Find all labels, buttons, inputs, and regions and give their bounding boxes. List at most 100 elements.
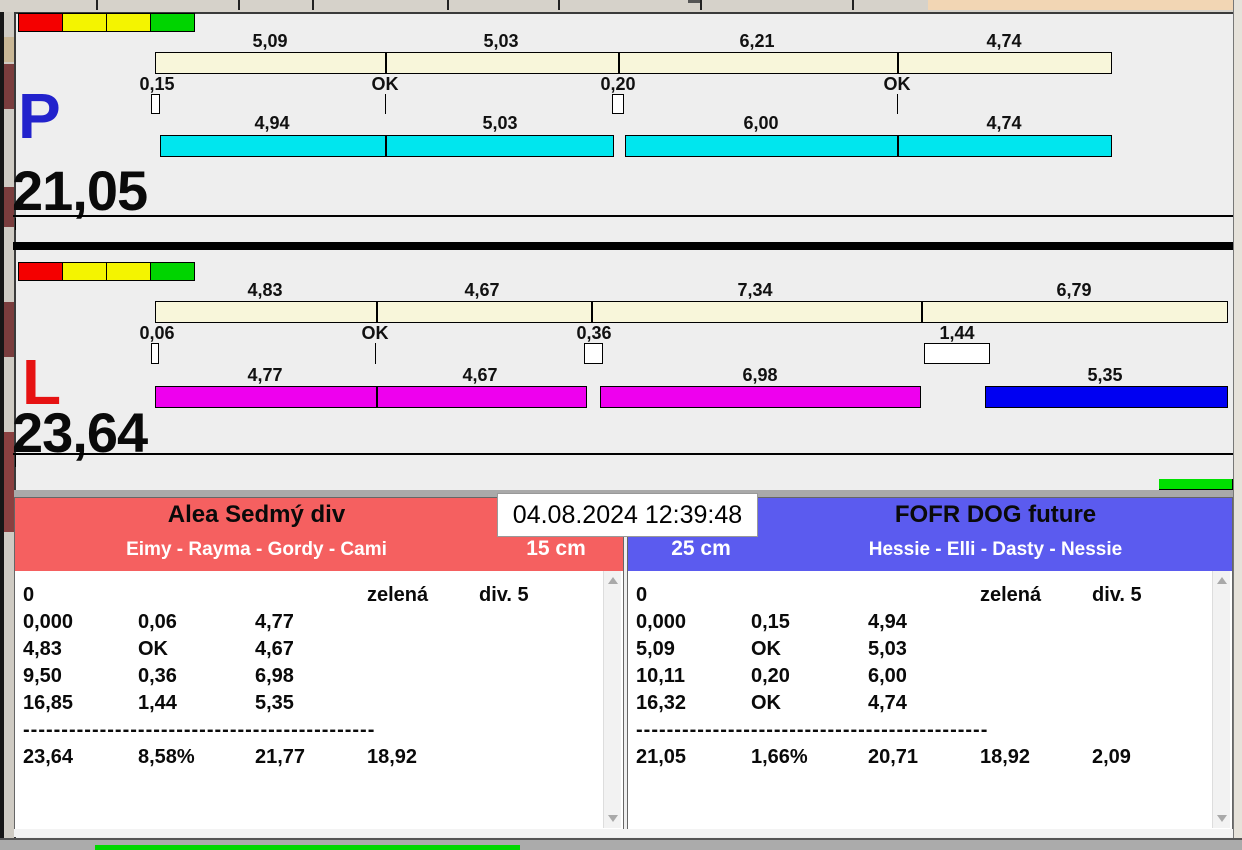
bar-divider — [921, 302, 923, 322]
app-window: 5,09 5,03 6,21 4,74 0,15 OK 0,20 OK 4,94… — [0, 0, 1242, 850]
datetime-display: 04.08.2024 12:39:48 — [497, 493, 758, 537]
segment-time-label: 4,74 — [986, 31, 1022, 51]
scroll-down-icon[interactable] — [1217, 815, 1227, 822]
status-light-yellow-2 — [106, 13, 151, 32]
jump-height: 15 cm — [526, 537, 586, 560]
result-cell: 4,83 — [23, 638, 62, 660]
window-tick — [447, 0, 449, 10]
background-sliver — [4, 64, 14, 109]
result-row: 10,11 0,20 6,00 — [630, 665, 1230, 692]
segment-time-label: 5,35 — [1087, 365, 1123, 385]
exchange-marker-line — [385, 94, 386, 114]
scrollbar[interactable] — [603, 571, 621, 828]
result-cell: zelená — [367, 584, 429, 606]
lane-letter-p: P — [18, 80, 61, 152]
bar-divider — [376, 302, 378, 322]
result-cell: 0,000 — [23, 611, 74, 633]
section-underline — [13, 215, 1233, 217]
exchange-marker-box — [151, 94, 160, 114]
team-name: FOFR DOG future — [894, 501, 1097, 528]
bottom-progress-bar — [95, 845, 520, 850]
bar-divider — [591, 302, 593, 322]
results-textarea-right[interactable]: 0 zelená div. 5 0,000 0,15 4,94 5,09 OK … — [630, 571, 1230, 828]
window-frame-right — [1233, 0, 1242, 850]
segment-time-label: 6,00 — [743, 113, 779, 133]
result-cell: 0,06 — [138, 611, 177, 633]
team-name: Alea Sedmý div — [167, 501, 346, 528]
lane-divider-bar — [13, 242, 1233, 250]
bar-divider — [897, 136, 899, 156]
segment-time-label: 4,83 — [247, 280, 283, 300]
result-cell: 4,67 — [255, 638, 294, 660]
window-tick — [312, 0, 314, 10]
result-cell: 0 — [23, 584, 35, 606]
exchange-marker-box — [612, 94, 624, 114]
segment-time-label: 5,03 — [482, 113, 518, 133]
scroll-down-icon[interactable] — [608, 815, 618, 822]
segment-time-label: 4,74 — [986, 113, 1022, 133]
result-cell: 1,44 — [138, 692, 177, 714]
result-cell: 21,77 — [255, 746, 306, 768]
result-cell: 5,35 — [255, 692, 294, 714]
exchange-marker-label: 0,06 — [139, 323, 175, 343]
scrollbar[interactable] — [1212, 571, 1230, 828]
bar-divider — [385, 53, 387, 73]
exchange-marker-box — [584, 343, 603, 364]
window-dash — [688, 0, 700, 3]
results-textarea-left[interactable]: 0 zelená div. 5 0,000 0,06 4,77 4,83 OK … — [17, 571, 621, 828]
segment-time-label: 4,94 — [254, 113, 290, 133]
exchange-marker-label: 0,36 — [576, 323, 612, 343]
team-dogs: Hessie - Elli - Dasty - Nessie — [868, 539, 1123, 560]
bar-divider — [897, 53, 899, 73]
status-light-red — [18, 13, 63, 32]
segment-time-label: 5,09 — [252, 31, 288, 51]
background-window-peach-area — [928, 0, 1242, 10]
status-light-yellow-2 — [106, 262, 151, 281]
result-cell: 4,74 — [868, 692, 907, 714]
jump-height: 25 cm — [671, 537, 731, 560]
scroll-up-icon[interactable] — [608, 577, 618, 584]
result-cell: 4,94 — [868, 611, 907, 633]
exchange-marker-label: OK — [361, 323, 389, 343]
exchange-marker-box — [151, 343, 159, 364]
background-window-edge — [0, 12, 4, 850]
status-light-yellow-1 — [62, 13, 107, 32]
dog-time-bar-p — [625, 135, 1112, 157]
result-cell: div. 5 — [479, 584, 529, 606]
bar-divider — [618, 53, 620, 73]
status-lights-p — [18, 13, 195, 32]
result-cell: OK — [138, 638, 168, 660]
result-cell: 18,92 — [367, 746, 418, 768]
scroll-up-icon[interactable] — [1217, 577, 1227, 584]
result-separator: ----------------------------------------… — [636, 719, 989, 741]
result-row: 0,000 0,06 4,77 — [17, 611, 621, 638]
result-cell: 8,58% — [138, 746, 195, 768]
status-light-green — [150, 13, 195, 32]
window-tick — [558, 0, 560, 10]
result-totals-row: 21,05 1,66% 20,71 18,92 2,09 — [630, 746, 1230, 773]
result-cell: 5,03 — [868, 638, 907, 660]
panel-top-border — [14, 12, 1233, 14]
result-separator: ----------------------------------------… — [23, 719, 376, 741]
status-light-red — [18, 262, 63, 281]
exchange-marker-line — [897, 94, 898, 114]
window-bottom-inner — [14, 829, 1233, 837]
result-cell: 5,09 — [636, 638, 675, 660]
dog-time-bar-l — [155, 386, 587, 408]
exchange-marker-label: OK — [883, 74, 911, 94]
status-lights-l — [18, 262, 195, 281]
section-underline — [13, 453, 1233, 455]
segment-time-label: 6,21 — [739, 31, 775, 51]
result-cell: zelená — [980, 584, 1042, 606]
team-panel-left: Alea Sedmý div Eimy - Rayma - Gordy - Ca… — [14, 497, 624, 832]
result-row: 0 zelená div. 5 — [17, 584, 621, 611]
team-dogs: Eimy - Rayma - Gordy - Cami — [126, 539, 387, 560]
window-tick — [700, 0, 702, 10]
dog-time-bar-l — [600, 386, 921, 408]
status-light-yellow-1 — [62, 262, 107, 281]
result-cell: 21,05 — [636, 746, 687, 768]
status-light-green — [150, 262, 195, 281]
result-cell: 20,71 — [868, 746, 919, 768]
result-row: 0 zelená div. 5 — [630, 584, 1230, 611]
dog-time-bar-l-blue — [985, 386, 1228, 408]
